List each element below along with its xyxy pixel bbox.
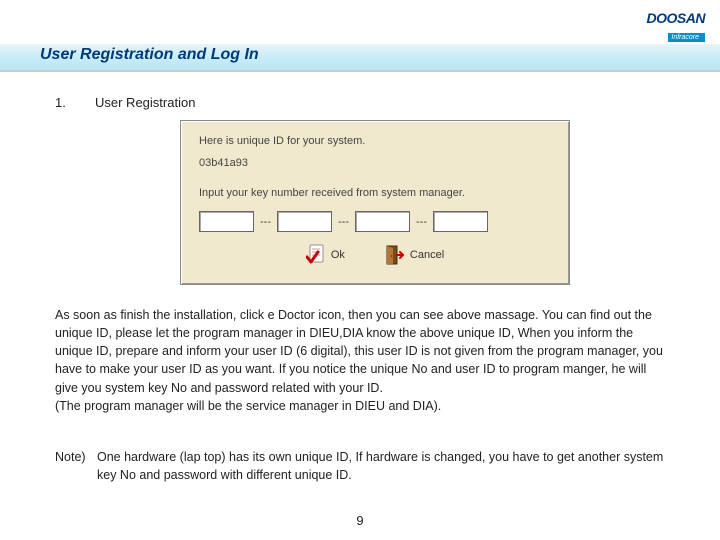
check-document-icon: [306, 244, 326, 266]
page-number: 9: [0, 513, 720, 528]
dialog-intro: Here is unique ID for your system.: [199, 135, 551, 147]
cancel-button[interactable]: Cancel: [385, 244, 444, 266]
unique-id-value: 03b41a93: [199, 157, 551, 169]
brand-logo: DOOSAN Infracore: [647, 10, 705, 44]
cancel-label: Cancel: [410, 249, 444, 261]
key-field-4[interactable]: [433, 211, 488, 232]
key-field-3[interactable]: [355, 211, 410, 232]
note-block: Note) One hardware (lap top) has its own…: [55, 448, 665, 484]
instruction-paragraph: As soon as finish the installation, clic…: [55, 306, 665, 415]
section-title: User Registration: [95, 95, 195, 110]
dialog-prompt: Input your key number received from syst…: [199, 187, 551, 199]
key-input-row: --- --- ---: [199, 211, 551, 232]
logo-main: DOOSAN: [647, 10, 705, 26]
key-separator: ---: [260, 216, 271, 228]
key-field-1[interactable]: [199, 211, 254, 232]
note-body: One hardware (lap top) has its own uniqu…: [97, 448, 665, 484]
key-field-2[interactable]: [277, 211, 332, 232]
ok-button[interactable]: Ok: [306, 244, 345, 266]
registration-dialog: Here is unique ID for your system. 03b41…: [180, 120, 570, 285]
ok-label: Ok: [331, 249, 345, 261]
door-exit-icon: [385, 244, 405, 266]
key-separator: ---: [416, 216, 427, 228]
key-separator: ---: [338, 216, 349, 228]
page-title: User Registration and Log In: [40, 46, 259, 64]
note-label: Note): [55, 448, 97, 466]
logo-sub: Infracore: [668, 33, 705, 42]
dialog-buttons: Ok Cancel: [199, 244, 551, 266]
section-number: 1.: [55, 95, 66, 110]
